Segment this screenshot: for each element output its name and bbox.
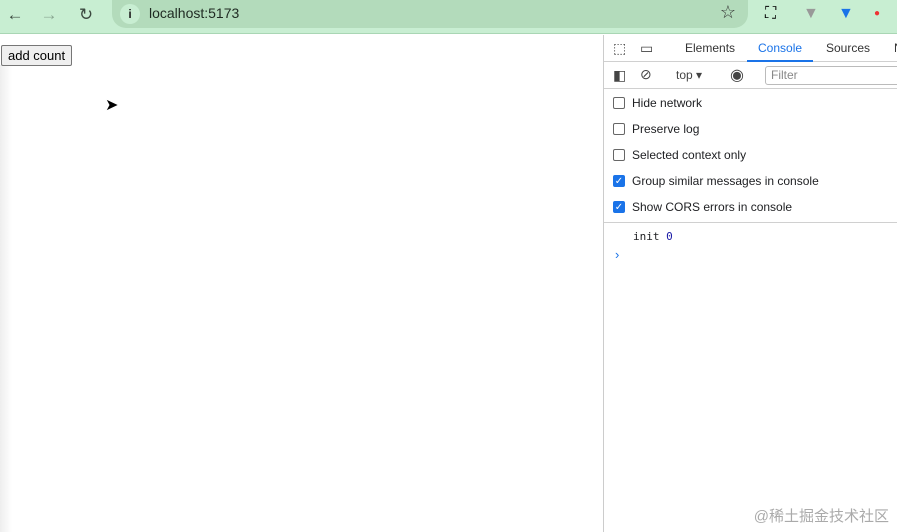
device-toolbar-icon[interactable]: ▭ bbox=[640, 40, 653, 57]
setting-label: Selected context only bbox=[632, 148, 747, 162]
site-info-icon[interactable]: i bbox=[120, 4, 140, 24]
console-prompt-icon[interactable]: › bbox=[604, 243, 897, 262]
setting-selected-context[interactable]: Selected context only bbox=[604, 142, 897, 168]
forward-icon[interactable]: → bbox=[37, 3, 61, 27]
setting-label: Show CORS errors in console bbox=[632, 200, 793, 214]
url-text: localhost:5173 bbox=[149, 5, 240, 21]
setting-label: Preserve log bbox=[632, 122, 700, 136]
add-count-button[interactable]: add count bbox=[1, 45, 73, 66]
reload-icon[interactable]: ↻ bbox=[74, 3, 98, 27]
vue-devtools-icon[interactable]: ▼ bbox=[803, 3, 819, 25]
extension-icon[interactable]: ▼ bbox=[838, 3, 854, 25]
tab-elements[interactable]: Elements bbox=[685, 35, 735, 62]
record-icon[interactable]: ● bbox=[874, 3, 880, 25]
devtools-panel: ⬚ ▭ Elements Console Sources N ◧ ⊘ top ▾… bbox=[603, 35, 897, 532]
setting-preserve-log[interactable]: Preserve log bbox=[604, 116, 897, 142]
page-edge-shadow bbox=[0, 65, 12, 532]
context-value: top bbox=[676, 68, 693, 82]
back-icon[interactable]: ← bbox=[3, 3, 27, 27]
bookmark-star-icon[interactable]: ☆ bbox=[720, 2, 736, 23]
setting-group-similar[interactable]: ✓ Group similar messages in console bbox=[604, 168, 897, 194]
checkbox[interactable] bbox=[613, 149, 625, 161]
tab-sources[interactable]: Sources bbox=[826, 35, 870, 62]
page-viewport: add count ➤ bbox=[0, 35, 603, 532]
log-text: init bbox=[633, 230, 660, 243]
address-bar[interactable]: i localhost:5173 ☆ bbox=[112, 0, 748, 28]
console-log-entry: init 0 bbox=[604, 223, 897, 243]
filter-input[interactable]: Filter bbox=[765, 66, 897, 85]
setting-hide-network[interactable]: Hide network bbox=[604, 90, 897, 116]
screenshot-icon[interactable]: ⛶ bbox=[765, 3, 776, 25]
mouse-cursor-icon: ➤ bbox=[105, 97, 119, 114]
setting-cors-errors[interactable]: ✓ Show CORS errors in console bbox=[604, 194, 897, 220]
devtools-tabs: ⬚ ▭ Elements Console Sources N bbox=[604, 35, 897, 62]
context-select[interactable]: top ▾ bbox=[676, 68, 702, 82]
checkbox-checked[interactable]: ✓ bbox=[613, 175, 625, 187]
console-toolbar: ◧ ⊘ top ▾ ◉ Filter bbox=[604, 62, 897, 89]
console-settings: Hide network Preserve log Selected conte… bbox=[604, 89, 897, 223]
live-expression-eye-icon[interactable]: ◉ bbox=[730, 65, 744, 85]
watermark: @稀土掘金技术社区 bbox=[753, 508, 889, 525]
inspect-element-icon[interactable]: ⬚ bbox=[613, 40, 626, 57]
checkbox-checked[interactable]: ✓ bbox=[613, 201, 625, 213]
log-value: 0 bbox=[666, 230, 673, 243]
sidebar-toggle-icon[interactable]: ◧ bbox=[613, 67, 626, 84]
setting-label: Hide network bbox=[632, 96, 703, 110]
setting-label: Group similar messages in console bbox=[632, 174, 819, 188]
tab-console[interactable]: Console bbox=[747, 35, 814, 62]
checkbox[interactable] bbox=[613, 97, 625, 109]
clear-console-icon[interactable]: ⊘ bbox=[640, 66, 652, 83]
browser-toolbar: ← → ↻ i localhost:5173 ☆ ⛶ ▼ ▼ ● bbox=[0, 0, 897, 34]
checkbox[interactable] bbox=[613, 123, 625, 135]
